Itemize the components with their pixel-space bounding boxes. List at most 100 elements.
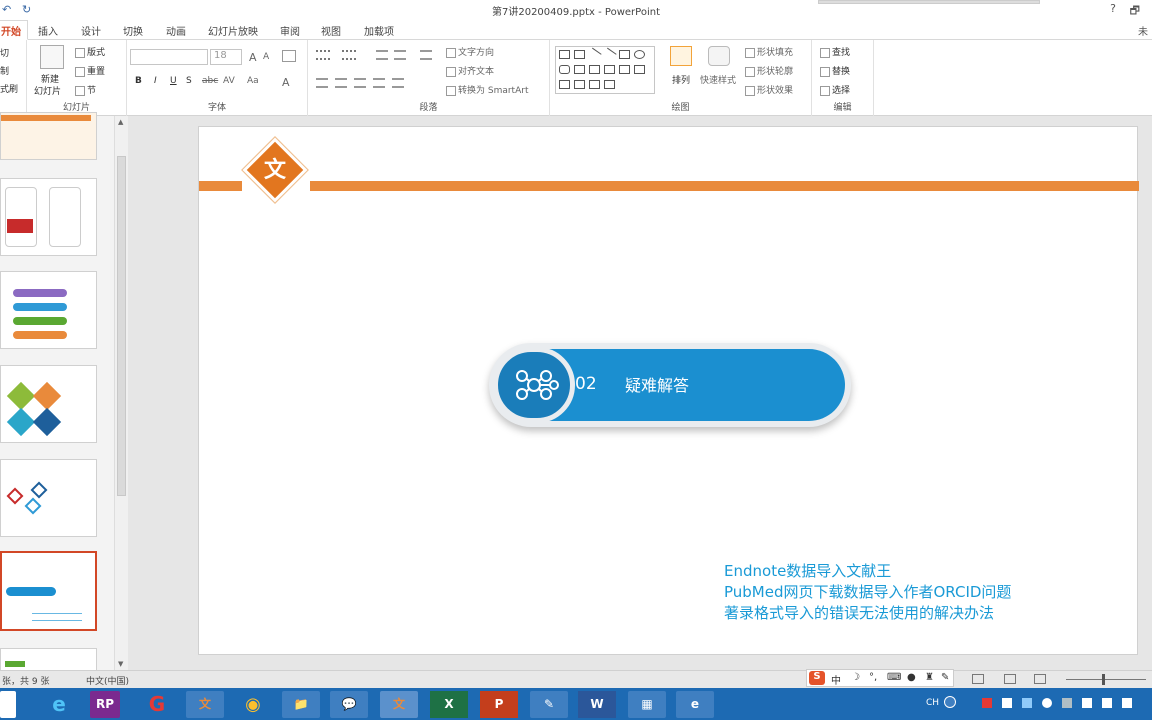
sogou-icon[interactable]: S [809,671,825,685]
punct-icon[interactable]: °, [869,672,877,683]
align-right-icon[interactable] [354,78,366,88]
font-color-button[interactable]: A [282,76,290,89]
bold-button[interactable]: B [135,76,142,86]
tab-insert[interactable]: 插入 [38,23,58,38]
change-case-button[interactable]: Aa [247,76,259,86]
sorter-view-icon[interactable] [1004,674,1016,684]
volume-icon[interactable] [1022,698,1032,708]
shape-fill-button[interactable]: 形状填充 [745,45,793,58]
quick-styles-button[interactable]: 快速样式 [700,73,736,86]
new-slide-icon[interactable] [40,45,64,69]
tab-animations[interactable]: 动画 [166,23,186,38]
justify-icon[interactable] [373,78,385,88]
axure-icon[interactable]: RP [90,691,120,718]
tab-transitions[interactable]: 切换 [123,23,143,38]
slide-thumbnail[interactable] [0,271,97,349]
tab-slideshow[interactable]: 幻灯片放映 [208,23,258,38]
monitor-icon[interactable] [1082,698,1092,708]
shape-outline-button[interactable]: 形状轮廓 [745,64,793,77]
textbox-vertical-shape-icon[interactable] [574,50,585,59]
quick-styles-icon[interactable] [708,46,730,66]
network-tray-icon[interactable] [1042,698,1052,708]
wenxianwang-icon[interactable]: 文 [186,691,224,718]
clear-format-icon[interactable] [282,50,296,62]
slide-thumbnail[interactable] [0,365,97,443]
skin-icon[interactable]: ♜ [925,672,934,683]
wave-shape-icon[interactable] [604,80,615,89]
reading-view-icon[interactable] [1034,674,1046,684]
user-icon[interactable]: ● [907,672,916,683]
wrench-icon[interactable]: ✎ [941,672,949,683]
find-button[interactable]: 查找 [820,45,850,58]
align-center-icon[interactable] [335,78,347,88]
scroll-thumb[interactable] [117,156,126,496]
align-text-button[interactable]: 对齐文本 [446,64,494,77]
shapes-gallery[interactable] [555,46,655,94]
columns-icon[interactable] [392,78,404,88]
arrange-button[interactable]: 排列 [672,73,690,86]
help-button[interactable]: ? [1110,2,1116,15]
italic-button[interactable]: I [154,76,157,86]
language-indicator[interactable]: 中文(中国) [86,674,129,687]
grow-font-button[interactable]: A [249,51,257,64]
replace-button[interactable]: 替换 [820,64,850,77]
copy-button[interactable]: 制 [0,64,9,77]
restore-button[interactable]: 🗗 [1130,2,1140,21]
app-g-icon[interactable]: G [138,691,176,718]
select-button[interactable]: 选择 [820,83,850,96]
down-arrow-shape-icon[interactable] [634,65,645,74]
powerpoint-icon[interactable]: P [480,691,518,718]
ie-icon[interactable]: e [40,691,78,718]
shape-effects-button[interactable]: 形状效果 [745,83,793,96]
shadow-button[interactable]: S [186,76,192,86]
tab-home[interactable]: 开始 [0,20,28,40]
text-direction-button[interactable]: 文字方向 [446,45,494,58]
align-left-icon[interactable] [316,78,328,88]
excel-icon[interactable]: X [430,691,468,718]
slide-thumbnail[interactable] [0,112,97,160]
input-lang[interactable]: CH [926,698,939,708]
notepad-icon[interactable]: ✎ [530,691,568,718]
slide-notes[interactable]: Endnote数据导入文献王 PubMed网页下载数据导入作者ORCID问题 著… [724,561,1011,624]
strikethrough-button[interactable]: abc [202,76,218,86]
tab-design[interactable]: 设计 [81,23,101,38]
signal-icon[interactable] [1102,698,1112,708]
elbow-shape-icon[interactable] [589,65,600,74]
normal-view-icon[interactable] [972,674,984,684]
explorer-icon[interactable]: 📁 [282,691,320,718]
smartart-button[interactable]: 转换为 SmartArt [446,83,528,96]
app-grid-icon[interactable]: ▦ [628,691,666,718]
slide-thumbnail[interactable] [0,459,97,537]
layout-button[interactable]: 版式 [75,45,105,58]
slide-thumbnail[interactable] [0,178,97,256]
chrome-icon[interactable]: ◉ [234,691,272,718]
connector-shape-icon[interactable] [604,65,615,74]
cut-button[interactable]: 切 [0,46,9,59]
textbox-shape-icon[interactable] [559,50,570,59]
ime-mode[interactable]: 中 [831,672,841,687]
font-name-box[interactable] [130,49,208,65]
tab-addins[interactable]: 加载项 [364,23,394,38]
bullets-icon[interactable] [316,50,330,60]
scroll-up-icon[interactable]: ▲ [118,118,123,126]
shrink-font-button[interactable]: A [263,52,269,62]
new-slide-label[interactable]: 幻灯片 [34,84,61,97]
curve-shape-icon[interactable] [559,80,570,89]
speaker-icon[interactable] [1122,698,1132,708]
arrange-icon[interactable] [670,46,692,66]
font-size-box[interactable]: 18 [210,49,242,65]
section-button[interactable]: 节 [75,83,96,96]
wechat-icon[interactable]: 💬 [330,691,368,718]
right-arrow-shape-icon[interactable] [619,65,630,74]
rectangle-shape-icon[interactable] [619,50,630,59]
freeform-shape-icon[interactable] [574,80,585,89]
wenxianwang-active-icon[interactable]: 文 [380,691,418,718]
start-button[interactable] [0,691,16,718]
printer-icon[interactable] [1062,698,1072,708]
zoom-slider[interactable] [1066,679,1146,680]
tab-view[interactable]: 视图 [321,23,341,38]
rounded-rect-shape-icon[interactable] [559,65,570,74]
word-icon[interactable]: W [578,691,616,718]
ime-toolbar[interactable]: S 中 ☽ °, ⌨ ● ♜ ✎ [806,669,954,687]
scroll-down-icon[interactable]: ▼ [118,660,123,668]
